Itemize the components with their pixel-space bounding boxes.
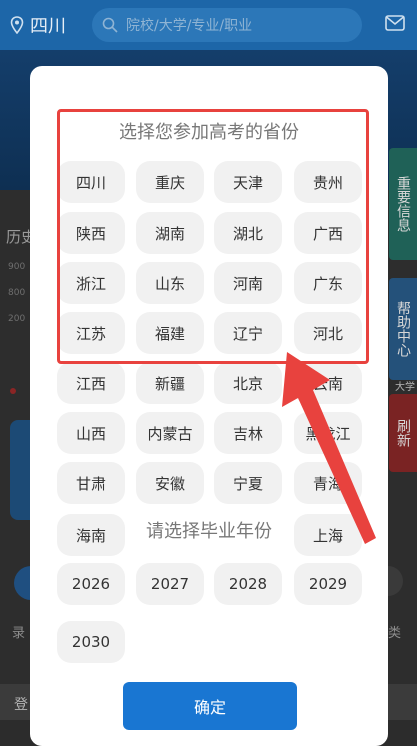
year-chip[interactable]: 2030 [57,621,125,663]
province-label: 安徽 [154,474,185,493]
province-chip[interactable]: 吉林 [214,412,282,454]
side-tab-label: 帮助中心 [395,301,411,357]
province-label: 青海 [312,474,343,493]
side-tab-important-info[interactable]: 重要信息 [389,148,417,260]
feature-label: 录 [12,626,26,641]
side-small-label: 大学 [395,382,415,393]
feature-label: 类 [387,626,401,641]
province-chip[interactable]: 甘肃 [57,462,125,504]
year-label: 2026 [71,575,111,593]
year-label: 2028 [228,575,268,593]
province-label: 江西 [75,374,106,393]
province-chip[interactable]: 黑龙江 [294,412,362,454]
year-chip[interactable]: 2029 [294,563,362,605]
province-label: 新疆 [154,374,185,393]
chart-tick: 800 [8,288,26,298]
province-label: 黑龙江 [305,424,351,443]
province-label: 北京 [232,374,263,393]
province-chip[interactable]: 安徽 [136,462,204,504]
status-dot [10,388,16,394]
top-bar: 四川 院校/大学/专业/职业 [0,0,417,50]
side-tab-refresh[interactable]: 刷新 [389,394,417,472]
year-label: 2027 [150,575,190,593]
search-input[interactable]: 院校/大学/专业/职业 [92,8,362,42]
province-chip[interactable]: 山西 [57,412,125,454]
chart-tick: 200 [8,314,26,324]
year-chip[interactable]: 2028 [214,563,282,605]
province-label: 山西 [75,424,106,443]
side-tab-help-center[interactable]: 帮助中心 [389,278,417,380]
search-icon [102,17,118,33]
confirm-label: 确定 [193,698,226,717]
province-chip[interactable]: 内蒙古 [136,412,204,454]
location-label[interactable]: 四川 [30,12,66,38]
side-tab-label: 刷新 [395,419,411,447]
province-chip[interactable]: 云南 [294,362,362,404]
side-tab-label: 重要信息 [395,176,411,232]
location-pin-icon[interactable] [10,16,24,34]
province-chip[interactable]: 青海 [294,462,362,504]
province-chip[interactable]: 新疆 [136,362,204,404]
bottom-bar-label[interactable]: 登 [14,694,28,714]
province-label: 宁夏 [232,474,263,493]
search-placeholder: 院校/大学/专业/职业 [126,18,253,34]
year-label: 2030 [71,633,111,651]
province-label: 甘肃 [75,474,106,493]
province-chip[interactable]: 宁夏 [214,462,282,504]
confirm-button[interactable]: 确定 [123,682,297,730]
highlight-box [57,109,369,364]
year-chip[interactable]: 2027 [136,563,204,605]
year-chip[interactable]: 2026 [57,563,125,605]
mail-icon[interactable] [385,15,405,31]
province-label: 内蒙古 [147,424,193,443]
province-chip[interactable]: 北京 [214,362,282,404]
province-label: 吉林 [232,424,263,443]
chart-tick: 900 [8,262,26,272]
province-chip[interactable]: 江西 [57,362,125,404]
graduation-year-title: 请选择毕业年份 [146,521,272,542]
province-label: 云南 [312,374,343,393]
year-label: 2029 [308,575,348,593]
